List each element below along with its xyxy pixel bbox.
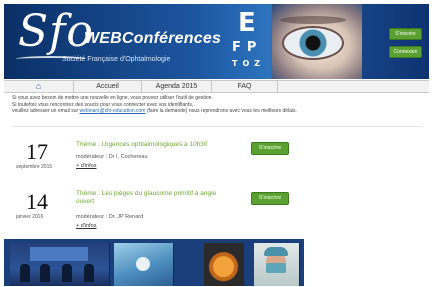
event-register-button[interactable]: S'inscrire	[251, 142, 289, 155]
nav-item-faq[interactable]: FAQ	[212, 81, 278, 92]
person-shape	[40, 264, 50, 282]
event-month: septembre 2015	[16, 164, 53, 170]
conference-panel-thumbnail[interactable]	[10, 243, 110, 286]
login-button[interactable]: Connexion	[389, 46, 422, 58]
event-more-info-link[interactable]: + d'infos	[76, 223, 96, 229]
screen-shape	[30, 247, 88, 261]
event-moderator: modérateur : Dr I. Cochereau	[76, 154, 148, 160]
nav-home[interactable]: ⌂	[4, 81, 74, 92]
eye-surgery-thumbnail[interactable]	[204, 243, 244, 286]
eyechart-row-1: E	[238, 8, 256, 38]
header-banner: Sfo WEBConférences Société Française d'O…	[4, 4, 429, 79]
person-shape	[20, 264, 30, 282]
event-moderator: modérateur : Dr. JP Renard	[76, 214, 144, 220]
lens-shape	[136, 257, 150, 271]
event-more-info-link[interactable]: + d'infos	[76, 163, 96, 169]
notice-text: Si vous avez besoin de mettre une nouvel…	[12, 95, 422, 115]
event-item: 17 septembre 2015 Thème : Urgences ophta…	[4, 137, 429, 187]
notice-line-3-pre: veuillez adresser un email sur	[12, 108, 80, 114]
eyebrow-shape	[280, 16, 346, 24]
event-register-button[interactable]: S'inscrire	[251, 192, 289, 205]
nav-item-accueil[interactable]: Accueil	[74, 81, 142, 92]
event-theme[interactable]: Thème : Les pièges du glaucome primitif …	[76, 190, 236, 206]
microscope-thumbnail[interactable]	[114, 243, 174, 286]
eye-iris-graphic	[282, 26, 344, 60]
event-day: 14	[26, 189, 48, 214]
person-shape	[84, 264, 94, 282]
sfo-logo[interactable]: Sfo	[18, 10, 94, 54]
home-icon: ⌂	[35, 81, 42, 91]
nav-item-agenda[interactable]: Agenda 2015	[142, 81, 212, 92]
eyechart-row-3: TOZ	[232, 59, 266, 68]
contact-email-link[interactable]: webinars@sfo-education.com	[80, 108, 146, 114]
notice-line-3: veuillez adresser un email sur webinars@…	[12, 108, 422, 115]
main-nav: ⌂ Accueil Agenda 2015 FAQ	[4, 80, 429, 93]
surgeon-thumbnail[interactable]	[254, 243, 300, 286]
divider	[12, 126, 422, 127]
blank-area	[304, 239, 429, 286]
cap-shape	[264, 247, 288, 256]
notice-line-3-post: (faire la demande) nous reprendrons avec…	[145, 108, 297, 114]
page: Sfo WEBConférences Société Française d'O…	[4, 4, 429, 286]
register-button[interactable]: S'inscrire	[389, 28, 422, 40]
person-shape	[62, 264, 72, 282]
mask-shape	[266, 263, 286, 273]
brand-title: WEBConférences	[84, 30, 222, 47]
event-month: janvier 2016	[16, 214, 44, 220]
event-theme[interactable]: Thème : Urgences ophtalmologiques à 10h3…	[76, 141, 236, 149]
event-item: 14 janvier 2016 Thème : Les pièges du gl…	[4, 187, 429, 237]
eyechart-row-2: FP	[232, 40, 263, 55]
event-day: 17	[26, 139, 48, 164]
society-name: Société Française d'Ophtalmologie	[62, 56, 171, 63]
eye-chart-graphic: E FP TOZ	[226, 8, 272, 76]
